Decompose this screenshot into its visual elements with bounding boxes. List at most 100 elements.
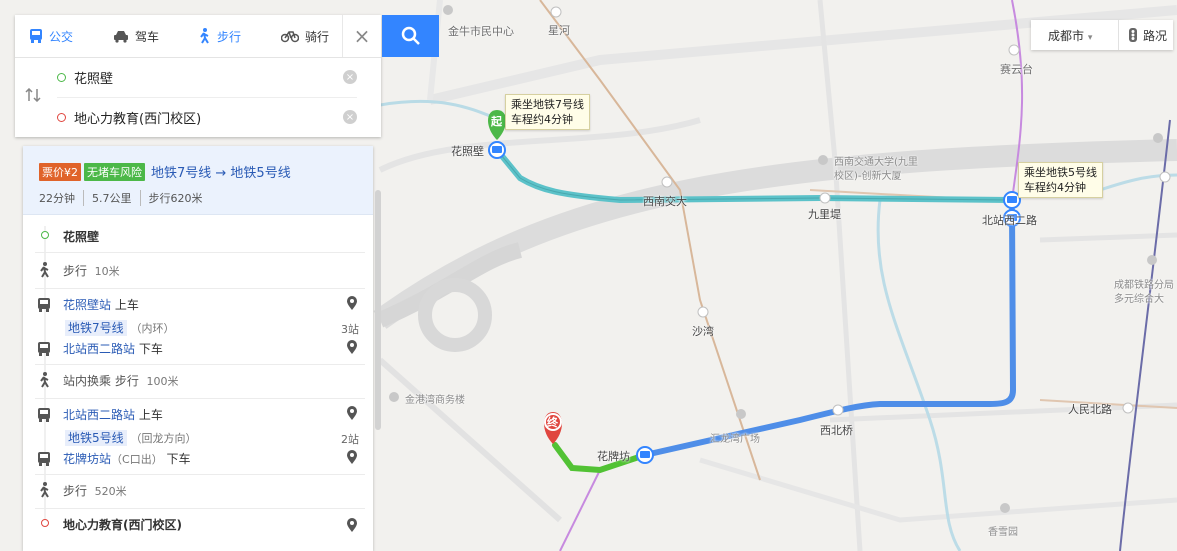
destination-dot-icon — [57, 112, 66, 122]
map-label-xibeiqiao: 西北桥 — [820, 424, 853, 437]
route-duration: 22分钟 — [39, 192, 75, 205]
route-search-box: 公交 驾车 步行 骑行 × 花照壁 × 地心力教育(西门校区) × — [15, 15, 381, 137]
tab-bike[interactable]: 骑行 — [267, 15, 351, 57]
route-summary[interactable]: 票价¥2 无堵车风险 地铁7号线 → 地铁5号线 22分钟 5.7公里 步行62… — [23, 146, 373, 215]
location-pin-icon[interactable] — [347, 406, 357, 420]
tab-label: 骑行 — [305, 29, 330, 44]
swap-icon[interactable] — [25, 88, 41, 102]
station-name[interactable]: 花照壁站 — [63, 298, 111, 312]
map-label-swjtu: 西南交通大学(九里 — [834, 157, 918, 168]
walk-distance: 10米 — [94, 265, 120, 278]
clear-origin-icon[interactable]: × — [343, 70, 357, 84]
walk-label: 步行 — [63, 264, 88, 278]
divider — [35, 364, 365, 365]
bus-icon — [30, 29, 42, 43]
traffic-toggle[interactable]: 路况 — [1118, 20, 1167, 50]
map-label-huazhaobi: 花照壁 — [451, 145, 484, 158]
tab-label: 步行 — [217, 29, 242, 44]
map-label-renmin: 人民北路 — [1068, 403, 1112, 416]
map-label-chengdu-rail: 成都铁路分局 — [1114, 280, 1174, 291]
bike-icon — [281, 31, 299, 43]
station-exit: （C口出） — [111, 453, 163, 466]
metro-icon — [38, 298, 50, 312]
destination-input[interactable]: 地心力教育(西门校区) — [74, 108, 343, 127]
metro-icon — [38, 342, 50, 356]
map-label-saiyuntai: 赛云台 — [1000, 63, 1033, 76]
tab-bus[interactable]: 公交 — [15, 15, 99, 57]
station-name[interactable]: 花牌坊站 — [63, 452, 111, 466]
divider — [35, 508, 365, 509]
stop-count: 2站 — [341, 433, 359, 446]
step-alight[interactable]: 花牌坊站（C口出） 下车 — [35, 450, 355, 468]
map-label-duoyuan: 多元综合大 — [1114, 294, 1164, 305]
line-name[interactable]: 地铁7号线 — [65, 320, 127, 336]
step-line[interactable]: 地铁7号线 （内环） — [35, 319, 355, 337]
map-label-xinanjiaoda: 西南交大 — [643, 195, 687, 208]
city-name: 成都市 — [1048, 28, 1085, 43]
step-line[interactable]: 地铁5号线 （回龙方向） — [35, 429, 355, 447]
line-name[interactable]: 地铁5号线 — [65, 430, 127, 446]
location-pin-icon[interactable] — [347, 518, 357, 532]
location-pin-icon[interactable] — [347, 296, 357, 310]
map-label-xinghe: 星河 — [548, 24, 570, 37]
tab-walk[interactable]: 步行 — [183, 15, 267, 57]
search-button[interactable] — [382, 15, 439, 57]
clear-destination-icon[interactable]: × — [343, 110, 357, 124]
map-label-huilong: 汇龙湾广场 — [710, 434, 760, 445]
walk-icon — [40, 372, 49, 388]
map-label-shawan: 沙湾 — [692, 325, 714, 338]
start-marker-label: 起 — [491, 115, 502, 128]
end-dot-icon — [41, 519, 49, 527]
close-icon[interactable]: × — [342, 15, 381, 57]
step-walk: 步行 10米 — [35, 262, 355, 280]
traffic-light-icon — [1129, 28, 1137, 42]
step-alight[interactable]: 北站西二路站 下车 — [35, 340, 355, 358]
map-label-xiangxue: 香雪园 — [988, 527, 1018, 538]
no-jam-badge: 无堵车风险 — [84, 162, 145, 181]
divider — [35, 252, 365, 253]
origin-input[interactable]: 花照壁 — [74, 68, 343, 87]
destination-row[interactable]: 地心力教育(西门校区) × — [57, 97, 357, 137]
city-traffic-box: 成都市 ▾ 路况 — [1031, 20, 1173, 50]
transfer-distance: 100米 — [146, 375, 179, 388]
line-direction: （回龙方向） — [130, 432, 197, 445]
route-distance: 5.7公里 — [83, 190, 140, 206]
tab-label: 公交 — [49, 29, 74, 44]
callout-duration: 车程约4分钟 — [1024, 181, 1086, 194]
station-action: 上车 — [114, 298, 139, 312]
location-pin-icon[interactable] — [347, 340, 357, 354]
metro-station-icon[interactable] — [636, 446, 654, 464]
divider — [35, 474, 365, 475]
step-end: 地心力教育(西门校区) — [35, 516, 355, 534]
step-board[interactable]: 北站西二路站 上车 — [35, 406, 355, 424]
stop-count: 3站 — [341, 323, 359, 336]
route-callout-line7: 乘坐地铁7号线 车程约4分钟 — [505, 94, 590, 130]
traffic-label: 路况 — [1143, 28, 1168, 43]
station-name[interactable]: 北站西二路站 — [63, 408, 135, 422]
map-label-huipai: 花牌坊 — [597, 450, 630, 463]
location-pin-icon[interactable] — [347, 450, 357, 464]
map-label-jingang: 金港湾商务楼 — [405, 395, 465, 406]
callout-duration: 车程约4分钟 — [511, 113, 573, 126]
search-icon — [401, 26, 420, 45]
city-selector[interactable]: 成都市 ▾ — [1031, 27, 1118, 44]
step-walk: 步行 520米 — [35, 482, 355, 500]
step-board[interactable]: 花照壁站 上车 — [35, 296, 355, 314]
metro-icon — [38, 408, 50, 422]
metro-station-icon[interactable] — [488, 141, 506, 159]
step-start-label: 花照壁 — [63, 230, 100, 244]
transfer-label: 站内换乘 步行 — [63, 374, 139, 388]
route-walk: 步行620米 — [139, 190, 211, 206]
tab-car[interactable]: 驾车 — [99, 15, 183, 57]
divider — [35, 398, 365, 399]
metro-icon — [38, 452, 50, 466]
chevron-down-icon: ▾ — [1087, 32, 1093, 43]
step-start: 花照壁 — [35, 228, 355, 246]
route-detail-panel: 票价¥2 无堵车风险 地铁7号线 → 地铁5号线 22分钟 5.7公里 步行62… — [23, 146, 373, 551]
route-panel-scrollbar[interactable] — [375, 190, 381, 430]
route-callout-line5: 乘坐地铁5号线 车程约4分钟 — [1018, 162, 1103, 198]
callout-line: 乘坐地铁5号线 — [1024, 166, 1097, 179]
station-name[interactable]: 北站西二路站 — [63, 342, 135, 356]
callout-line: 乘坐地铁7号线 — [511, 98, 584, 111]
origin-row[interactable]: 花照壁 × — [57, 57, 357, 98]
